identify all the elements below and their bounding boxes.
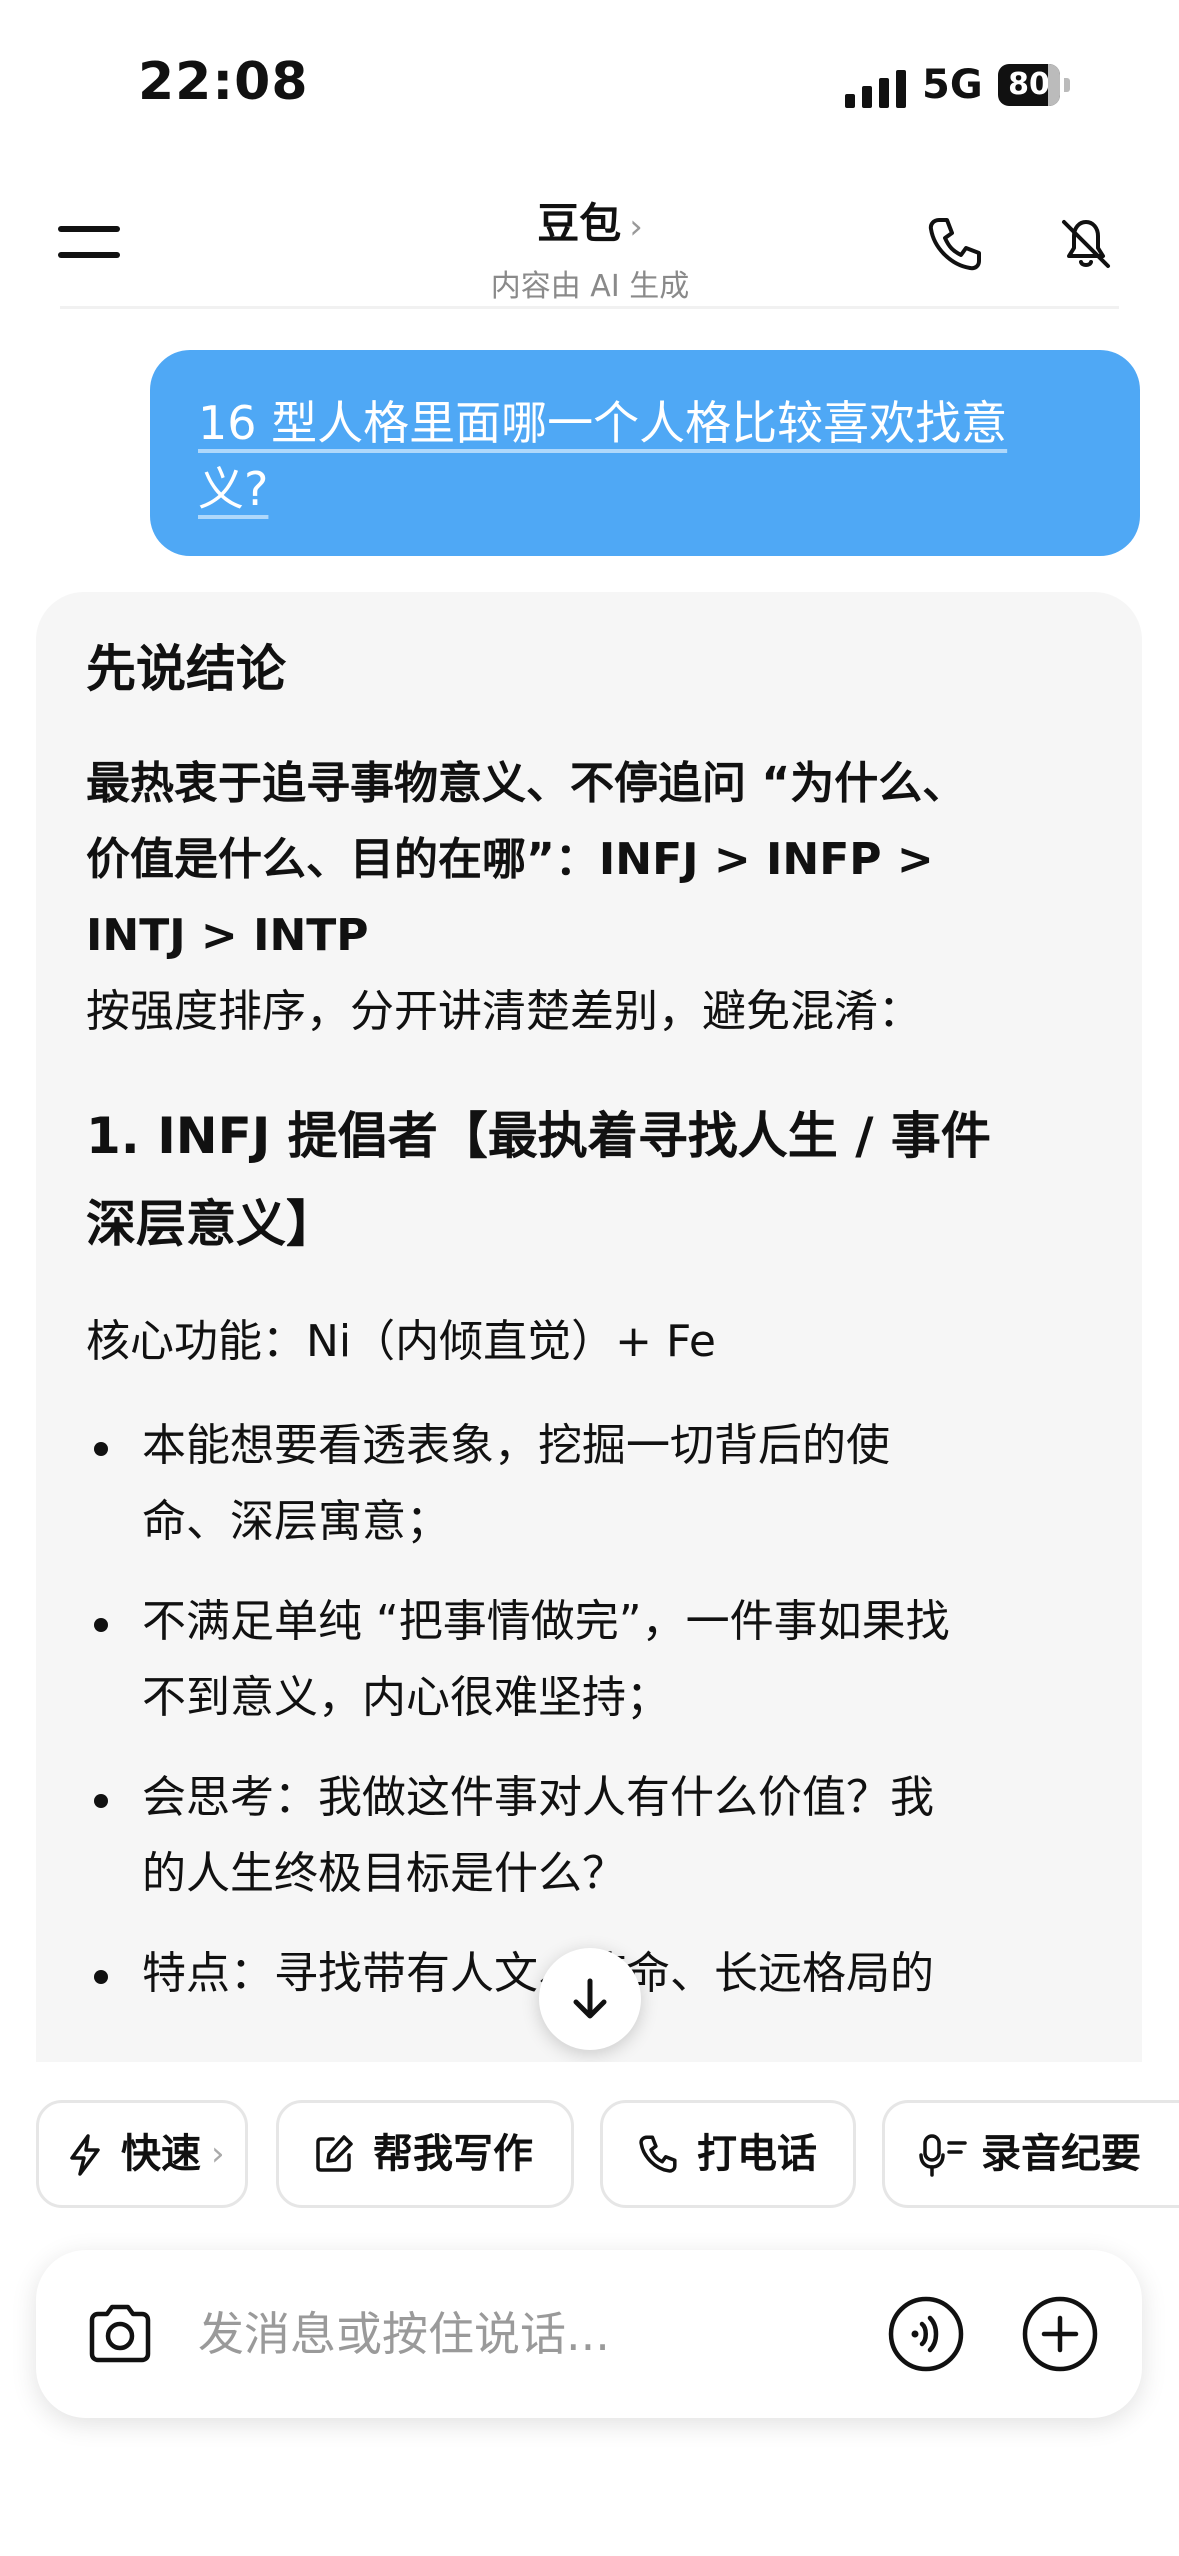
battery-icon: 80 <box>998 64 1072 108</box>
message-input-bar[interactable]: 发消息或按住说话... <box>36 2250 1142 2418</box>
plus-icon[interactable] <box>1020 2294 1100 2374</box>
list-item: 不满足单纯 “把事情做完”，一件事如果找 不到意义，内心很难坚持； <box>86 1584 1092 1736</box>
user-message-line-2: 义? <box>198 462 269 516</box>
bullet-list: 本能想要看透表象，挖掘一切背后的使 命、深层寓意； 不满足单纯 “把事情做完”，… <box>86 1408 1092 2012</box>
ai-reply-card: 先说结论 最热衷于追寻事物意义、不停追问 “为什么、 价值是什么、目的在哪”：I… <box>36 592 1142 2062</box>
list-item: 会思考：我做这件事对人有什么价值？我 的人生终极目标是什么？ <box>86 1760 1092 1912</box>
reply-note: 按强度排序，分开讲清楚差别，避免混淆： <box>86 986 922 1037</box>
phone-icon[interactable] <box>925 214 985 274</box>
ai-disclaimer: 内容由 AI 生成 <box>490 269 690 304</box>
speaker-muted-icon[interactable] <box>1056 214 1116 274</box>
phone-call-chip[interactable]: 打电话 <box>600 2100 856 2208</box>
core-function: 核心功能：Ni（内倾直觉）+ Fe <box>86 1316 716 1367</box>
chevron-right-icon: › <box>211 2134 225 2174</box>
reply-conclusion: 最热衷于追寻事物意义、不停追问 “为什么、 价值是什么、目的在哪”：INFJ >… <box>86 758 967 961</box>
message-input[interactable]: 发消息或按住说话... <box>198 2302 610 2366</box>
user-message-line-1: 16 型人格里面哪一个人格比较喜欢找意 <box>198 396 1008 450</box>
network-type: 5G <box>922 62 983 108</box>
header-divider <box>60 306 1119 309</box>
camera-icon[interactable] <box>84 2300 156 2368</box>
chat-title-area[interactable]: 豆包 › 内容由 AI 生成 <box>390 190 790 305</box>
quick-actions-row: 快速 › 帮我写作 打电话 录音纪要 <box>0 2062 1179 2208</box>
menu-icon[interactable] <box>58 218 122 262</box>
arrow-down-icon <box>573 1978 607 2019</box>
quick-mode-chip[interactable]: 快速 › <box>36 2100 248 2208</box>
mic-icon <box>919 2134 967 2177</box>
voice-input-icon[interactable] <box>886 2294 966 2374</box>
chat-title[interactable]: 豆包 <box>537 199 621 248</box>
edit-icon <box>316 2135 353 2172</box>
section-title-infj: 1. INFJ 提倡者【最执着寻找人生 / 事件 深层意义】 <box>86 1107 991 1253</box>
recording-notes-chip[interactable]: 录音纪要 <box>882 2100 1179 2208</box>
user-message-bubble[interactable]: 16 型人格里面哪一个人格比较喜欢找意 义? <box>150 350 1140 556</box>
scroll-to-bottom-button[interactable] <box>539 1948 641 2050</box>
battery-level: 80 <box>1008 67 1050 102</box>
status-time: 22:08 <box>138 52 309 112</box>
status-bar: 22:08 5G 80 <box>0 0 1179 170</box>
signal-icon <box>845 70 906 108</box>
phone-icon <box>639 2135 677 2173</box>
lightning-icon <box>70 2134 100 2176</box>
reply-heading: 先说结论 <box>86 640 286 698</box>
list-item: 本能想要看透表象，挖掘一切背后的使 命、深层寓意； <box>86 1408 1092 1560</box>
chat-header: 豆包 › 内容由 AI 生成 <box>0 170 1179 310</box>
writing-assistant-chip[interactable]: 帮我写作 <box>276 2100 574 2208</box>
chevron-right-icon: › <box>629 207 643 247</box>
